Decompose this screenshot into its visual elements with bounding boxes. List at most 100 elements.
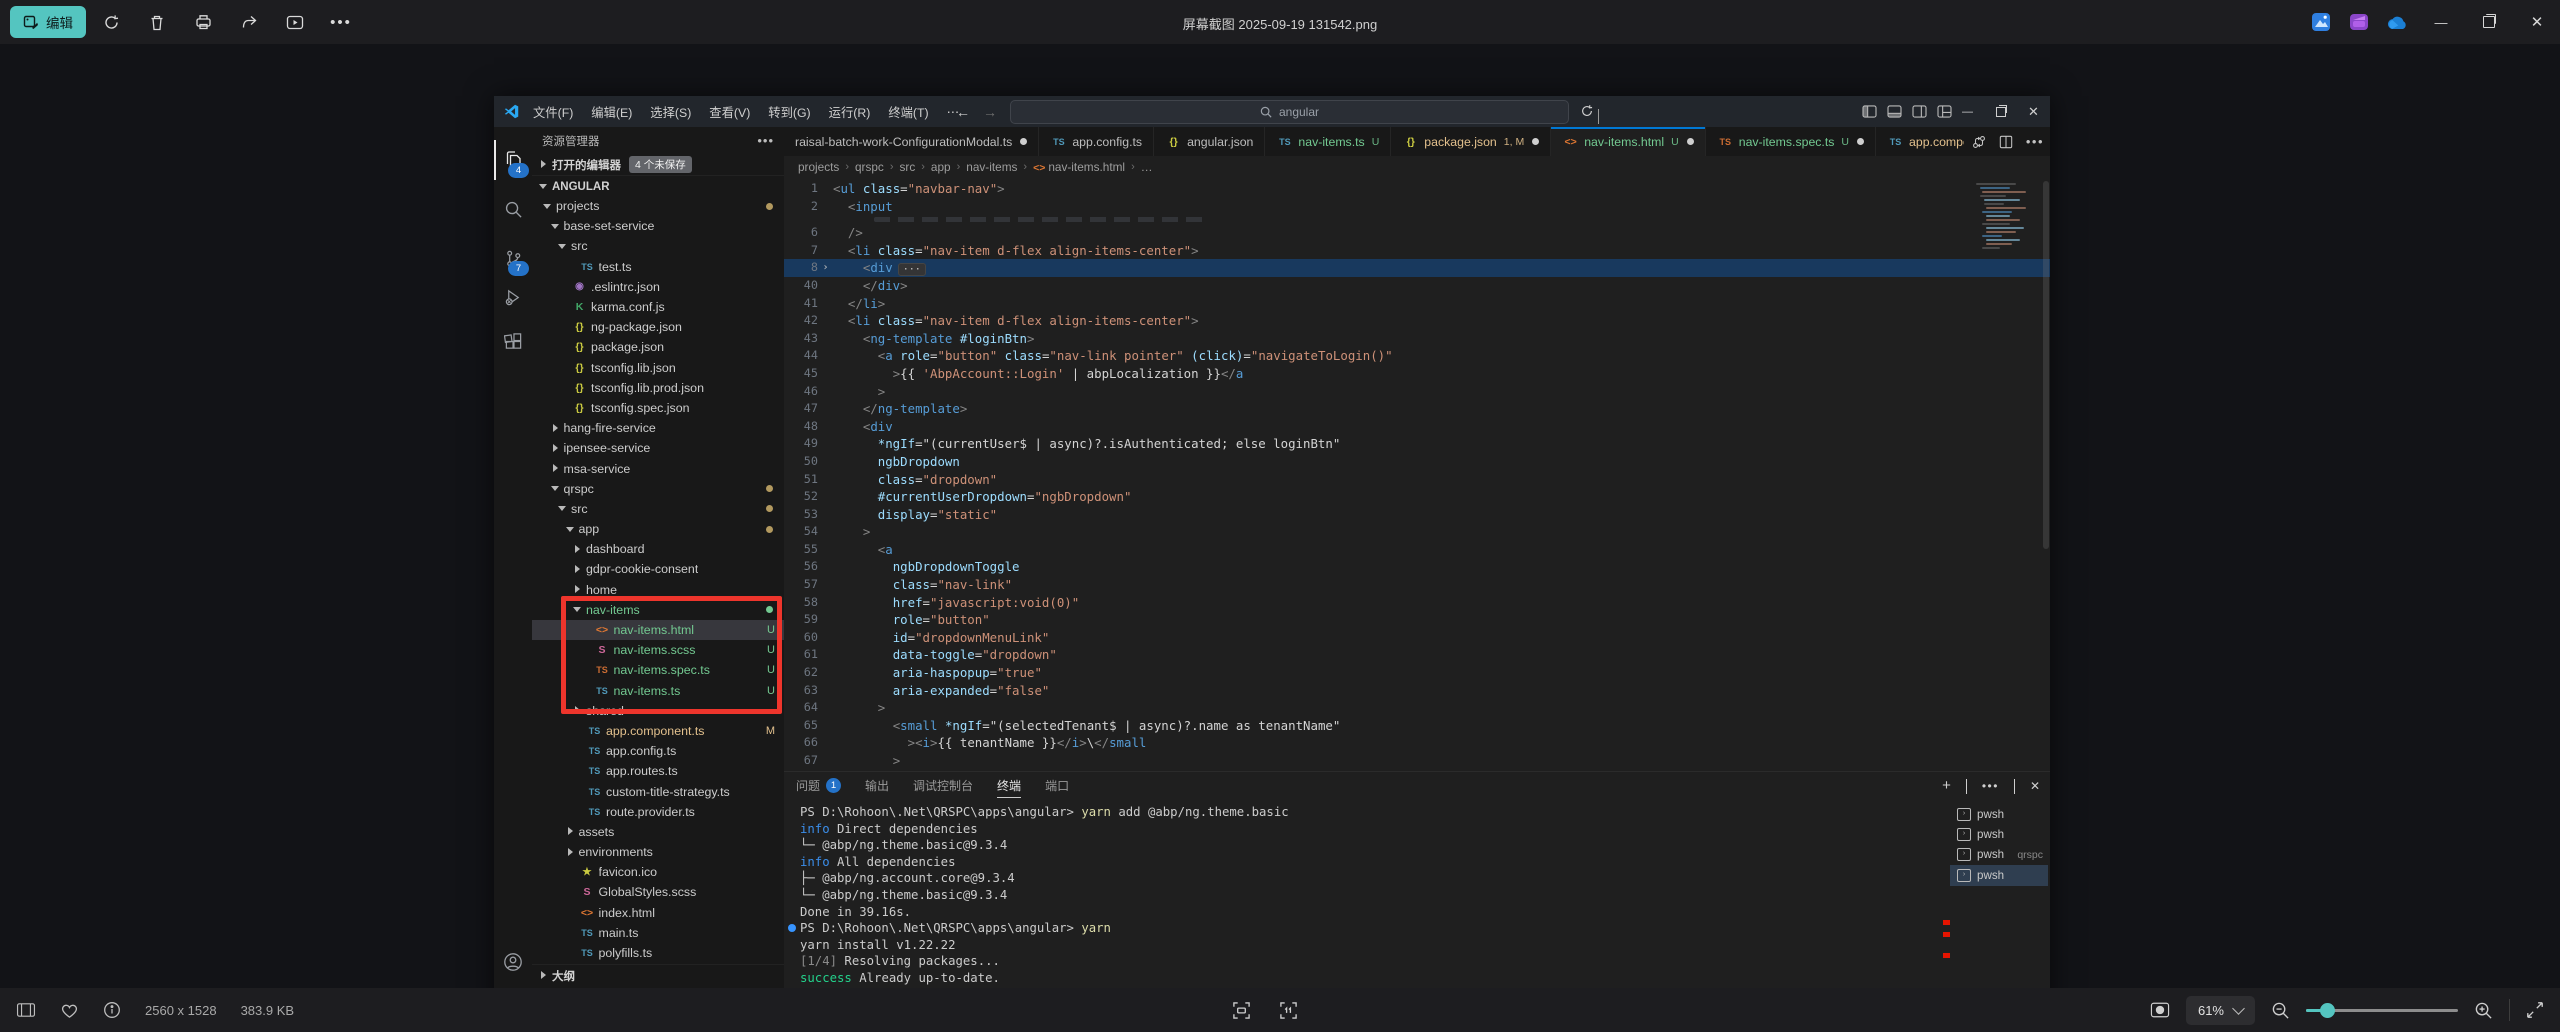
file-tree-item[interactable]: TSmain.ts (532, 923, 784, 943)
editor-scrollbar[interactable] (2043, 181, 2049, 549)
editor-kebab-icon[interactable]: ••• (2026, 134, 2044, 149)
zoom-level-dropdown[interactable]: 61% (2186, 996, 2255, 1025)
file-tree-item[interactable]: TSpolyfills.ts (532, 943, 784, 963)
file-tree-item[interactable]: TSroute.provider.ts (532, 802, 784, 822)
run-debug-activity-icon[interactable] (494, 277, 532, 317)
dirty-dot[interactable] (1020, 138, 1027, 145)
file-tree-item[interactable]: TSapp.routes.ts (532, 761, 784, 781)
fullscreen-icon[interactable] (2526, 1001, 2544, 1019)
file-tree-item[interactable]: TScustom-title-strategy.ts (532, 781, 784, 801)
explorer-kebab-icon[interactable]: ••• (757, 133, 774, 148)
breadcrumb-item[interactable]: nav-items (966, 160, 1017, 174)
panel-tab[interactable]: 端口 (1045, 772, 1069, 799)
editor-tab[interactable]: TSnav-items.tsU (1265, 127, 1391, 156)
share-button[interactable] (228, 6, 270, 38)
file-tree-item[interactable]: TSapp.component.tsM (532, 721, 784, 741)
file-tree-item[interactable]: {}ng-package.json (532, 317, 784, 337)
folder-tree-item[interactable]: src (532, 499, 784, 519)
more-options-button[interactable]: ••• (320, 6, 362, 38)
delete-button[interactable] (136, 6, 178, 38)
maximize-panel-icon[interactable] (2014, 779, 2015, 793)
toggle-panel-icon[interactable] (1887, 105, 1902, 118)
folder-tree-item[interactable]: hang-fire-service (532, 418, 784, 438)
folded-code-badge[interactable]: ··· (898, 263, 926, 276)
menu-item[interactable]: 文件(F) (524, 103, 582, 121)
letterbox-toggle-icon[interactable] (2150, 1001, 2170, 1019)
actual-size-icon[interactable] (1279, 1001, 1298, 1020)
favorite-heart-icon[interactable] (60, 1002, 79, 1019)
outline-section[interactable]: 大纲 (532, 964, 785, 986)
close-panel-icon[interactable]: ✕ (2030, 779, 2040, 793)
folder-tree-item[interactable]: ipensee-service (532, 438, 784, 458)
terminal-dropdown-icon[interactable] (1966, 779, 1967, 793)
fit-to-window-icon[interactable] (1232, 1001, 1251, 1020)
zoom-slider[interactable] (2306, 1009, 2458, 1012)
dirty-dot[interactable] (1687, 138, 1694, 145)
file-tree-item[interactable]: {}package.json (532, 337, 784, 357)
file-tree-item[interactable]: {}tsconfig.lib.prod.json (532, 378, 784, 398)
folder-tree-item[interactable]: qrspc (532, 479, 784, 499)
panel-kebab-icon[interactable]: ••• (1982, 779, 1999, 793)
file-tree-item[interactable]: Kkarma.conf.js (532, 297, 784, 317)
info-icon[interactable] (103, 1001, 121, 1019)
slideshow-button[interactable] (274, 6, 316, 38)
vscode-close-icon[interactable]: ✕ (2017, 96, 2050, 127)
terminal-list-item[interactable]: ›pwsh (1950, 804, 2048, 824)
editor-tab[interactable]: <>nav-items.htmlU (1551, 127, 1706, 156)
search-activity-icon[interactable] (494, 189, 532, 229)
breadcrumb-item[interactable]: projects (798, 160, 839, 174)
file-tree-item[interactable]: TSapp.config.ts (532, 741, 784, 761)
vscode-minimize-icon[interactable]: — (1951, 96, 1984, 127)
file-tree-item[interactable]: TStest.ts (532, 257, 784, 277)
vscode-restore-icon[interactable] (1984, 96, 2017, 127)
editor-tab[interactable]: TSapp.config.ts (1039, 127, 1154, 156)
forward-icon[interactable]: → (983, 96, 997, 127)
editor-tab[interactable]: {}package.json1, M (1391, 127, 1551, 156)
clipchamp-icon[interactable] (2340, 0, 2378, 44)
refresh-icon[interactable] (1580, 104, 1594, 118)
zoom-in-icon[interactable] (2474, 1001, 2493, 1020)
folder-tree-item[interactable]: projects (532, 196, 784, 216)
open-changes-icon[interactable] (1972, 135, 1986, 149)
dirty-dot[interactable] (1532, 138, 1539, 145)
panel-tab[interactable]: 终端 (997, 772, 1021, 799)
onedrive-icon[interactable] (2378, 0, 2416, 44)
source-control-activity-icon[interactable]: 7 (494, 238, 532, 278)
new-terminal-icon[interactable]: + (1942, 777, 1951, 794)
toggle-sidebar-icon[interactable] (1862, 105, 1877, 118)
account-icon[interactable] (494, 942, 532, 982)
extensions-activity-icon[interactable] (494, 321, 532, 361)
chevron-down-icon[interactable] (1598, 109, 1599, 123)
terminal-output[interactable]: PS D:\Rohoon\.Net\QRSPC\apps\angular> ya… (788, 804, 1946, 1006)
photo-editor-icon[interactable] (2302, 0, 2340, 44)
menu-item[interactable]: 编辑(E) (582, 103, 641, 121)
panel-tab[interactable]: 调试控制台 (913, 772, 973, 799)
editor-tab[interactable]: TSnav-items.spec.tsU (1706, 127, 1876, 156)
customize-layout-icon[interactable] (1937, 105, 1952, 118)
open-editors-section[interactable]: 打开的编辑器 4 个未保存 (532, 154, 784, 175)
file-tree-item[interactable]: ★favicon.ico (532, 862, 784, 882)
toggle-secondary-sidebar-icon[interactable] (1912, 105, 1927, 118)
menu-item[interactable]: 转到(G) (759, 103, 819, 121)
panel-tab[interactable]: 问题1 (796, 772, 841, 799)
file-tree-item[interactable]: ◉.eslintrc.json (532, 277, 784, 297)
breadcrumb-item[interactable]: app (931, 160, 951, 174)
menu-item[interactable]: 选择(S) (641, 103, 700, 121)
file-tree-item[interactable]: {}tsconfig.lib.json (532, 358, 784, 378)
folder-tree-item[interactable]: gdpr-cookie-consent (532, 559, 784, 579)
menu-item[interactable]: 终端(T) (879, 103, 937, 121)
minimize-button[interactable]: — (2418, 0, 2464, 44)
editor-tab[interactable]: raisal-batch-work-ConfigurationModal.ts (784, 127, 1039, 156)
file-tree-item[interactable]: <>index.html (532, 903, 784, 923)
breadcrumb-item[interactable]: src (900, 160, 916, 174)
zoom-slider-thumb[interactable] (2320, 1003, 2335, 1018)
terminal-list-item[interactable]: ›pwsh (1950, 824, 2048, 844)
back-icon[interactable]: ← (956, 96, 970, 127)
dirty-dot[interactable] (1857, 138, 1864, 145)
terminal-list-item[interactable]: ›pwsh (1950, 865, 2048, 885)
search-box[interactable]: angular (1010, 100, 1569, 124)
folder-tree-item[interactable]: app (532, 519, 784, 539)
explorer-activity-icon[interactable]: 4 (494, 140, 532, 180)
print-button[interactable] (182, 6, 224, 38)
folder-tree-item[interactable]: msa-service (532, 458, 784, 478)
